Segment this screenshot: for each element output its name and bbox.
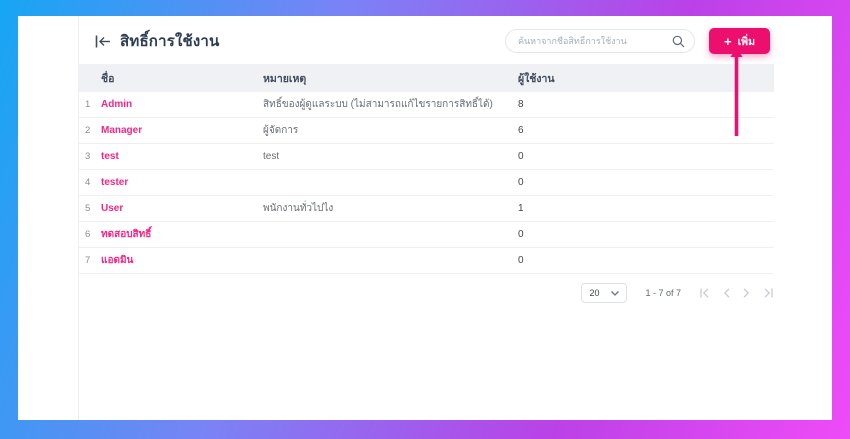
row-note: test <box>263 151 518 162</box>
row-note: พนักงานทั่วไปไง <box>263 201 518 216</box>
row-note: ผู้จัดการ <box>263 123 518 138</box>
row-index: 4 <box>85 177 101 188</box>
table-header-row: ชื่อ หมายเหตุ ผู้ใช้งาน <box>79 64 774 92</box>
row-users-count: 0 <box>518 151 774 162</box>
row-name-cell: แอดมิน <box>101 253 263 268</box>
pagination-nav <box>699 288 774 298</box>
permissions-table: ชื่อ หมายเหตุ ผู้ใช้งาน 1 Admin สิทธิ์ขอ… <box>79 64 774 274</box>
content-card: สิทธิ์การใช้งาน + เพิ่ม <box>18 16 832 420</box>
permission-name-link[interactable]: test <box>101 151 119 162</box>
chevron-left-icon[interactable] <box>723 288 730 298</box>
permission-name-link[interactable]: แอดมิน <box>101 255 133 266</box>
pagination: 20 1 - 7 of 7 <box>79 283 774 303</box>
row-users-count: 0 <box>518 255 774 266</box>
table-row: 1 Admin สิทธิ์ของผู้ดูแลระบบ (ไม่สามารถแ… <box>79 92 774 118</box>
row-name-cell: ทดสอบสิทธิ์ <box>101 227 263 242</box>
topbar: สิทธิ์การใช้งาน + เพิ่ม <box>95 26 770 56</box>
row-name-cell: Manager <box>101 125 263 136</box>
row-index: 6 <box>85 229 101 240</box>
table-body: 1 Admin สิทธิ์ของผู้ดูแลระบบ (ไม่สามารถแ… <box>79 92 774 274</box>
plus-icon: + <box>724 35 732 48</box>
main-panel: สิทธิ์การใช้งาน + เพิ่ม <box>79 16 832 420</box>
permission-name-link[interactable]: tester <box>101 177 128 188</box>
header-users: ผู้ใช้งาน <box>518 70 774 87</box>
magnifier-icon[interactable] <box>672 35 685 48</box>
row-name-cell: User <box>101 203 263 214</box>
row-users-count: 1 <box>518 203 774 214</box>
search-input[interactable] <box>518 36 672 46</box>
search-box[interactable] <box>505 29 695 53</box>
first-page-icon[interactable] <box>699 288 710 298</box>
range-label: 1 - 7 of 7 <box>645 288 681 298</box>
permission-name-link[interactable]: Admin <box>101 99 132 110</box>
permission-name-link[interactable]: User <box>101 203 123 214</box>
title-group: สิทธิ์การใช้งาน <box>95 29 219 53</box>
row-index: 1 <box>85 99 101 110</box>
header-name: ชื่อ <box>101 70 263 87</box>
table-row: 2 Manager ผู้จัดการ 6 <box>79 118 774 144</box>
table-row: 6 ทดสอบสิทธิ์ 0 <box>79 222 774 248</box>
chevron-down-icon <box>611 291 619 296</box>
table-row: 5 User พนักงานทั่วไปไง 1 <box>79 196 774 222</box>
row-note: สิทธิ์ของผู้ดูแลระบบ (ไม่สามารถแก้ไขรายก… <box>263 97 518 112</box>
row-index: 3 <box>85 151 101 162</box>
table-row: 3 test test 0 <box>79 144 774 170</box>
row-users-count: 8 <box>518 99 774 110</box>
page-size-value: 20 <box>589 288 599 298</box>
last-page-icon[interactable] <box>763 288 774 298</box>
row-name-cell: test <box>101 151 263 162</box>
row-index: 7 <box>85 255 101 266</box>
row-name-cell: Admin <box>101 99 263 110</box>
row-index: 5 <box>85 203 101 214</box>
page-title: สิทธิ์การใช้งาน <box>120 29 219 53</box>
row-name-cell: tester <box>101 177 263 188</box>
table-row: 7 แอดมิน 0 <box>79 248 774 274</box>
row-users-count: 6 <box>518 125 774 136</box>
permission-name-link[interactable]: Manager <box>101 125 142 136</box>
row-users-count: 0 <box>518 177 774 188</box>
chevron-right-icon[interactable] <box>743 288 750 298</box>
permission-name-link[interactable]: ทดสอบสิทธิ์ <box>101 229 151 240</box>
row-users-count: 0 <box>518 229 774 240</box>
table-row: 4 tester 0 <box>79 170 774 196</box>
page-size-select[interactable]: 20 <box>581 283 627 303</box>
collapse-sidebar-icon[interactable] <box>95 35 111 48</box>
header-note: หมายเหตุ <box>263 70 518 87</box>
add-button-label: เพิ่ม <box>738 33 755 50</box>
row-index: 2 <box>85 125 101 136</box>
collapsed-sidebar <box>18 16 79 420</box>
add-button[interactable]: + เพิ่ม <box>709 28 770 54</box>
